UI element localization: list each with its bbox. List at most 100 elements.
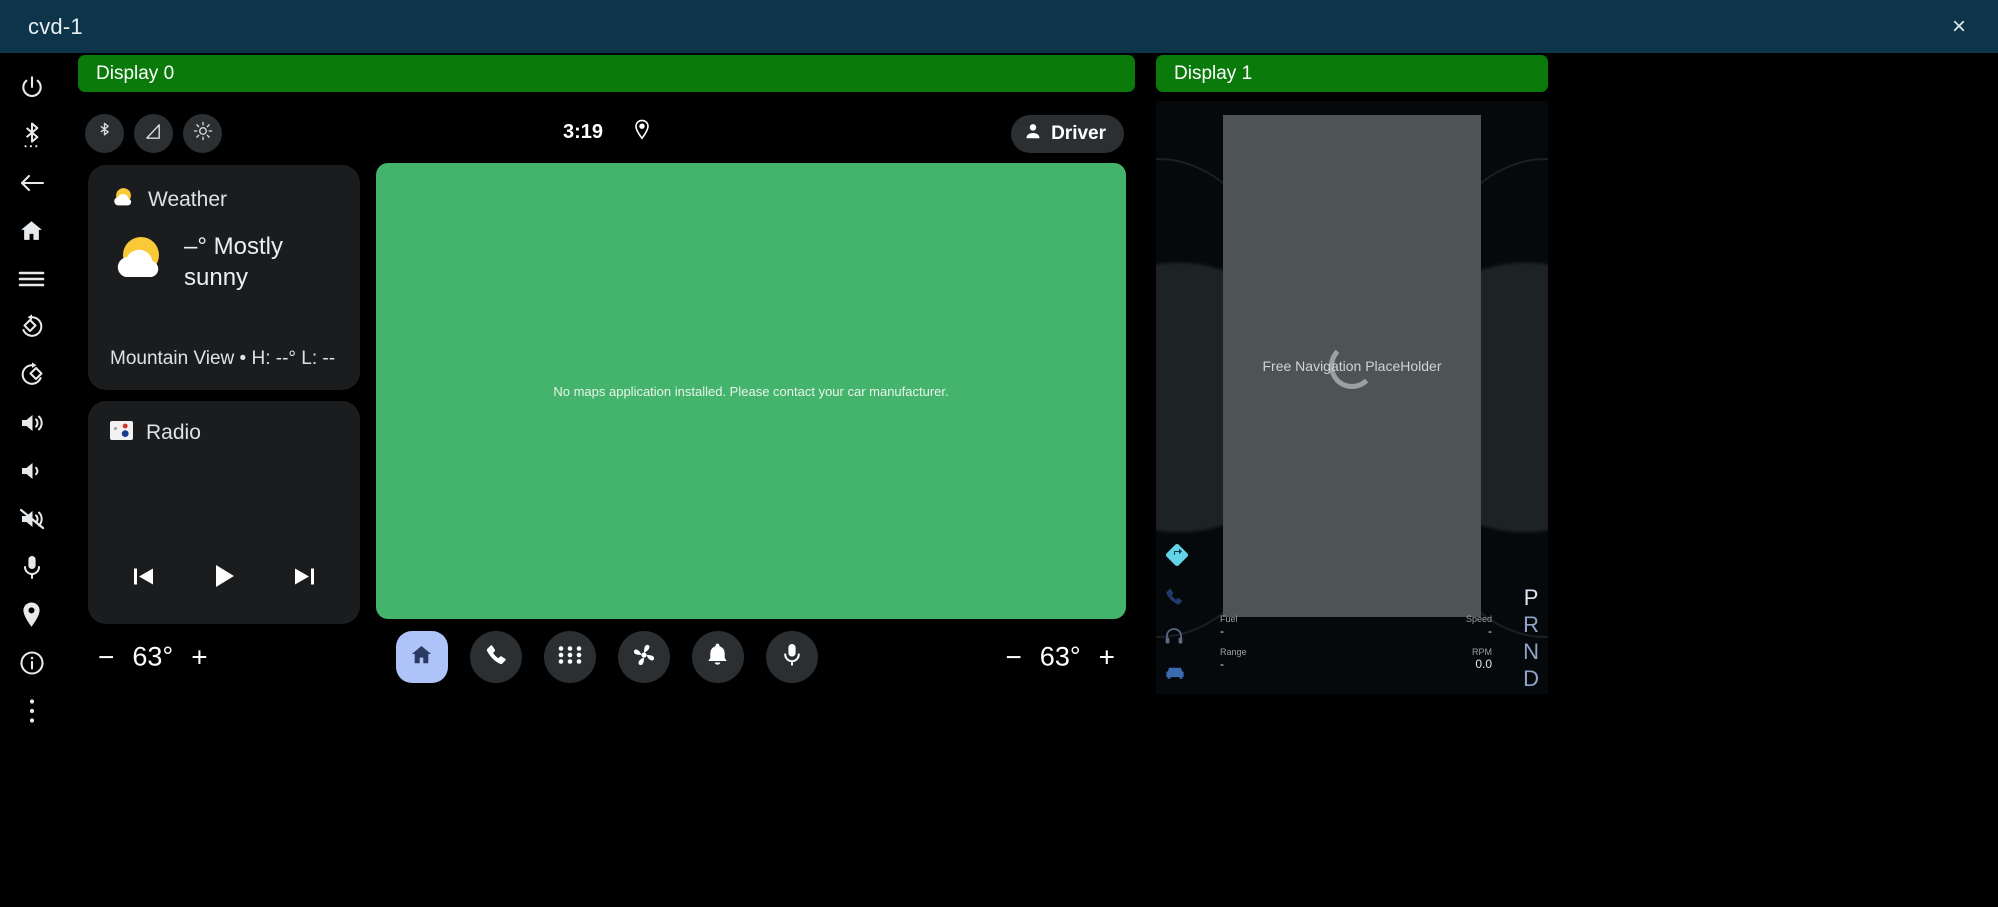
sidebar-item-rotate-left[interactable] [8,303,56,351]
close-icon[interactable]: × [1942,10,1976,44]
sidebar-item-back[interactable] [8,159,56,207]
sidebar-item-volume-up[interactable] [8,399,56,447]
microphone-icon [20,554,44,581]
profile-button[interactable]: Driver [1011,115,1124,153]
back-arrow-icon [18,170,46,196]
navigation-placeholder-label: Free Navigation PlaceHolder [1262,358,1442,374]
nav-climate-button[interactable] [617,631,670,683]
phone-icon [1164,587,1190,612]
partly-sunny-large-icon [108,229,170,296]
telemetry-row: Range - RPM 0.0 [1220,647,1492,671]
location-pin-icon[interactable] [633,119,650,146]
nav-app-grid-button[interactable] [543,631,596,683]
telemetry-rpm-label: RPM [1472,647,1492,657]
display-1-screen: Free Navigation PlaceHolder P R N D Fuel… [1156,101,1548,694]
signal-cellular-icon [144,122,163,146]
map-area[interactable]: No maps application installed. Please co… [376,163,1126,619]
sidebar-item-menu[interactable] [8,255,56,303]
quick-toggles [85,114,222,153]
sidebar-item-microphone[interactable] [8,543,56,591]
display-0-header[interactable]: Display 0 [78,55,1135,92]
headphones-icon [1164,626,1190,651]
skip-previous-icon[interactable] [130,563,157,595]
telemetry-fuel-label: Fuel [1220,614,1238,624]
menu-icon [18,268,45,290]
temp-decrease-left-button[interactable]: − [98,643,114,671]
weather-widget[interactable]: Weather –° Mostly sunny Mountain View • … [88,165,360,390]
sidebar-item-home[interactable] [8,207,56,255]
gear-indicator: P R N D [1523,585,1539,692]
more-vertical-icon [28,698,36,724]
weather-location-highlow: Mountain View • H: --° L: -- [110,348,336,369]
sidebar-item-info[interactable] [8,639,56,687]
radio-title: Radio [146,421,201,444]
temp-value-right: 63° [1039,641,1081,672]
sidebar-item-volume-mute[interactable] [8,495,56,543]
telemetry-speed-value: - [1488,624,1492,638]
telemetry-rpm: RPM 0.0 [1472,647,1492,671]
passenger-temperature-control: − 63° + [1005,642,1115,673]
sidebar-item-location[interactable] [8,591,56,639]
quick-toggle-brightness[interactable] [183,114,222,153]
radio-app-icon [110,421,133,445]
sidebar-item-more[interactable] [8,687,56,735]
window-title: cvd-1 [28,13,83,39]
car-icon [1164,665,1190,686]
skip-next-icon[interactable] [291,563,318,595]
weather-title: Weather [148,188,227,211]
nav-dialer-button[interactable] [469,631,522,683]
telemetry-panel: Fuel - Speed - Range - RPM 0.0 [1220,614,1492,680]
rotate-right-icon [18,361,46,389]
display-1-header[interactable]: Display 1 [1156,55,1548,92]
telemetry-speed: Speed - [1466,614,1492,638]
status-bar: 3:19 Driver [76,101,1137,165]
gear-n: N [1523,639,1539,665]
quick-toggle-signal[interactable] [134,114,173,153]
bluetooth-icon [96,121,113,146]
quick-toggle-bluetooth[interactable] [85,114,124,153]
bell-icon [706,642,729,672]
volume-mute-icon [18,507,46,531]
temp-decrease-right-button[interactable]: − [1005,643,1021,671]
map-empty-message: No maps application installed. Please co… [553,383,949,399]
brightness-icon [193,121,213,146]
radio-card-header: Radio [88,401,360,445]
bottom-bar: − 63° + − 63° + [76,620,1137,694]
nav-button-group [395,631,818,683]
telemetry-range-value: - [1220,657,1224,671]
home-icon [18,218,45,244]
volume-down-icon [18,459,45,483]
play-icon[interactable] [209,561,239,596]
telemetry-range: Range - [1220,647,1247,671]
location-pin-icon [20,601,43,629]
display-0-screen: 3:19 Driver Weather –° Mostly sunny Moun… [76,101,1137,694]
weather-condition-text: –° Mostly sunny [184,232,283,291]
sidebar-item-bluetooth[interactable] [8,111,56,159]
person-icon [1024,122,1042,146]
partly-sunny-icon [110,185,135,215]
window-title-bar: cvd-1 × [0,0,1998,53]
sidebar-item-volume-down[interactable] [8,447,56,495]
volume-up-icon [18,411,45,435]
weather-condition-row: –° Mostly sunny [88,215,360,296]
left-sidebar [0,53,63,907]
microphone-icon [781,642,803,672]
telemetry-fuel: Fuel - [1220,614,1238,638]
nav-notifications-button[interactable] [691,631,744,683]
nav-assistant-button[interactable] [765,631,818,683]
nav-home-button[interactable] [395,631,448,683]
bluetooth-icon [19,120,45,150]
telemetry-range-label: Range [1220,647,1247,657]
temp-increase-left-button[interactable]: + [191,643,207,671]
weather-card-header: Weather [88,165,360,215]
sidebar-item-rotate-right[interactable] [8,351,56,399]
navigation-arrow-icon [1164,542,1190,573]
profile-label: Driver [1051,123,1106,144]
radio-widget[interactable]: Radio [88,401,360,624]
navigation-placeholder[interactable]: Free Navigation PlaceHolder [1223,115,1481,617]
rotate-left-icon [18,313,46,341]
gear-d: D [1523,666,1539,692]
temp-increase-right-button[interactable]: + [1099,643,1115,671]
telemetry-fuel-value: - [1220,624,1224,638]
sidebar-item-power[interactable] [8,63,56,111]
